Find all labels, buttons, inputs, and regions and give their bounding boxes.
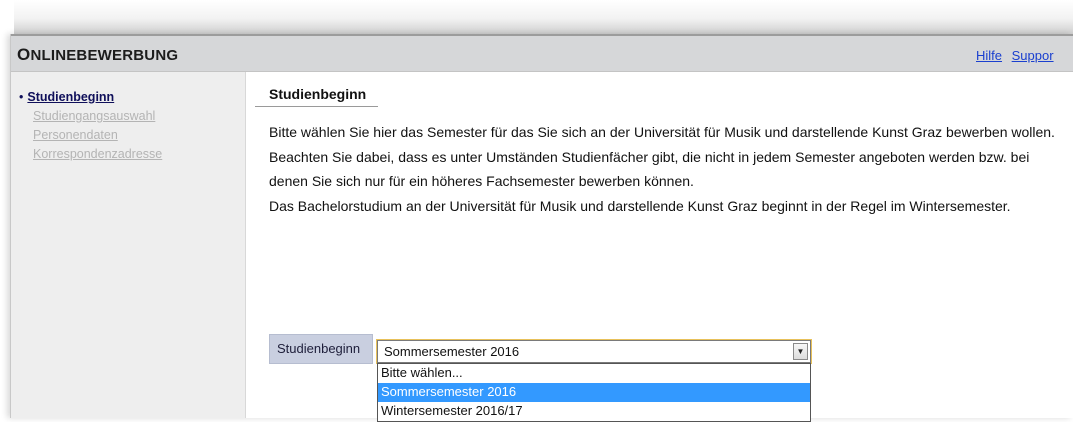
sidebar-item-label: Studienbeginn [27, 90, 115, 104]
app-title: ONLINEBEWERBUNG [17, 45, 178, 65]
dropdown-option-wintersemester-2016-17[interactable]: Wintersemester 2016/17 [378, 402, 810, 421]
studienbeginn-dropdown-list: Bitte wählen... Sommersemester 2016 Wint… [377, 363, 811, 422]
intro-paragraph-1: Bitte wählen Sie hier das Semester für d… [269, 124, 1055, 140]
studienbeginn-field-label: Studienbeginn [269, 334, 373, 364]
support-link[interactable]: Suppor [1012, 48, 1054, 63]
intro-paragraph-2: Beachten Sie dabei, dass es unter Umstän… [269, 148, 1030, 190]
top-edge-shadow [14, 0, 1073, 34]
dropdown-option-sommersemester-2016[interactable]: Sommersemester 2016 [378, 383, 810, 402]
intro-text: Bitte wählen Sie hier das Semester für d… [269, 120, 1069, 218]
screenshot-frame: ONLINEBEWERBUNG Hilfe Suppor • Studienbeg… [0, 0, 1073, 422]
sidebar-nav: • Studienbeginn Studiengangsauswahl Perso… [11, 72, 246, 418]
dropdown-option-bitte-waehlen[interactable]: Bitte wählen... [378, 364, 810, 383]
studienbeginn-select[interactable]: Sommersemester 2016 ▼ [377, 340, 811, 363]
header-bar: ONLINEBEWERBUNG Hilfe Suppor [11, 34, 1073, 72]
chevron-down-icon[interactable]: ▼ [793, 343, 808, 360]
section-title: Studienbeginn [255, 86, 379, 107]
sidebar-item-personendaten: Personendaten [33, 128, 118, 142]
app-title-initial: O [17, 45, 31, 64]
sidebar-item-studiengangsauswahl: Studiengangsauswahl [33, 109, 156, 123]
sidebar-item-korrespondenzadresse: Korrespondenzadresse [33, 147, 163, 161]
intro-paragraph-3: Das Bachelorstudium an der Universität f… [269, 197, 1011, 214]
bullet-icon: • [19, 90, 24, 104]
header-links: Hilfe Suppor [976, 48, 1060, 63]
app-title-rest: NLINEBEWERBUNG [30, 47, 179, 64]
select-value: Sommersemester 2016 [384, 344, 520, 359]
help-link[interactable]: Hilfe [976, 48, 1002, 63]
application-window: ONLINEBEWERBUNG Hilfe Suppor • Studienbeg… [10, 34, 1073, 422]
main-content: Studienbeginn Bitte wählen Sie hier das … [247, 72, 1073, 422]
sidebar-item-studienbeginn[interactable]: • Studienbeginn [11, 88, 245, 107]
